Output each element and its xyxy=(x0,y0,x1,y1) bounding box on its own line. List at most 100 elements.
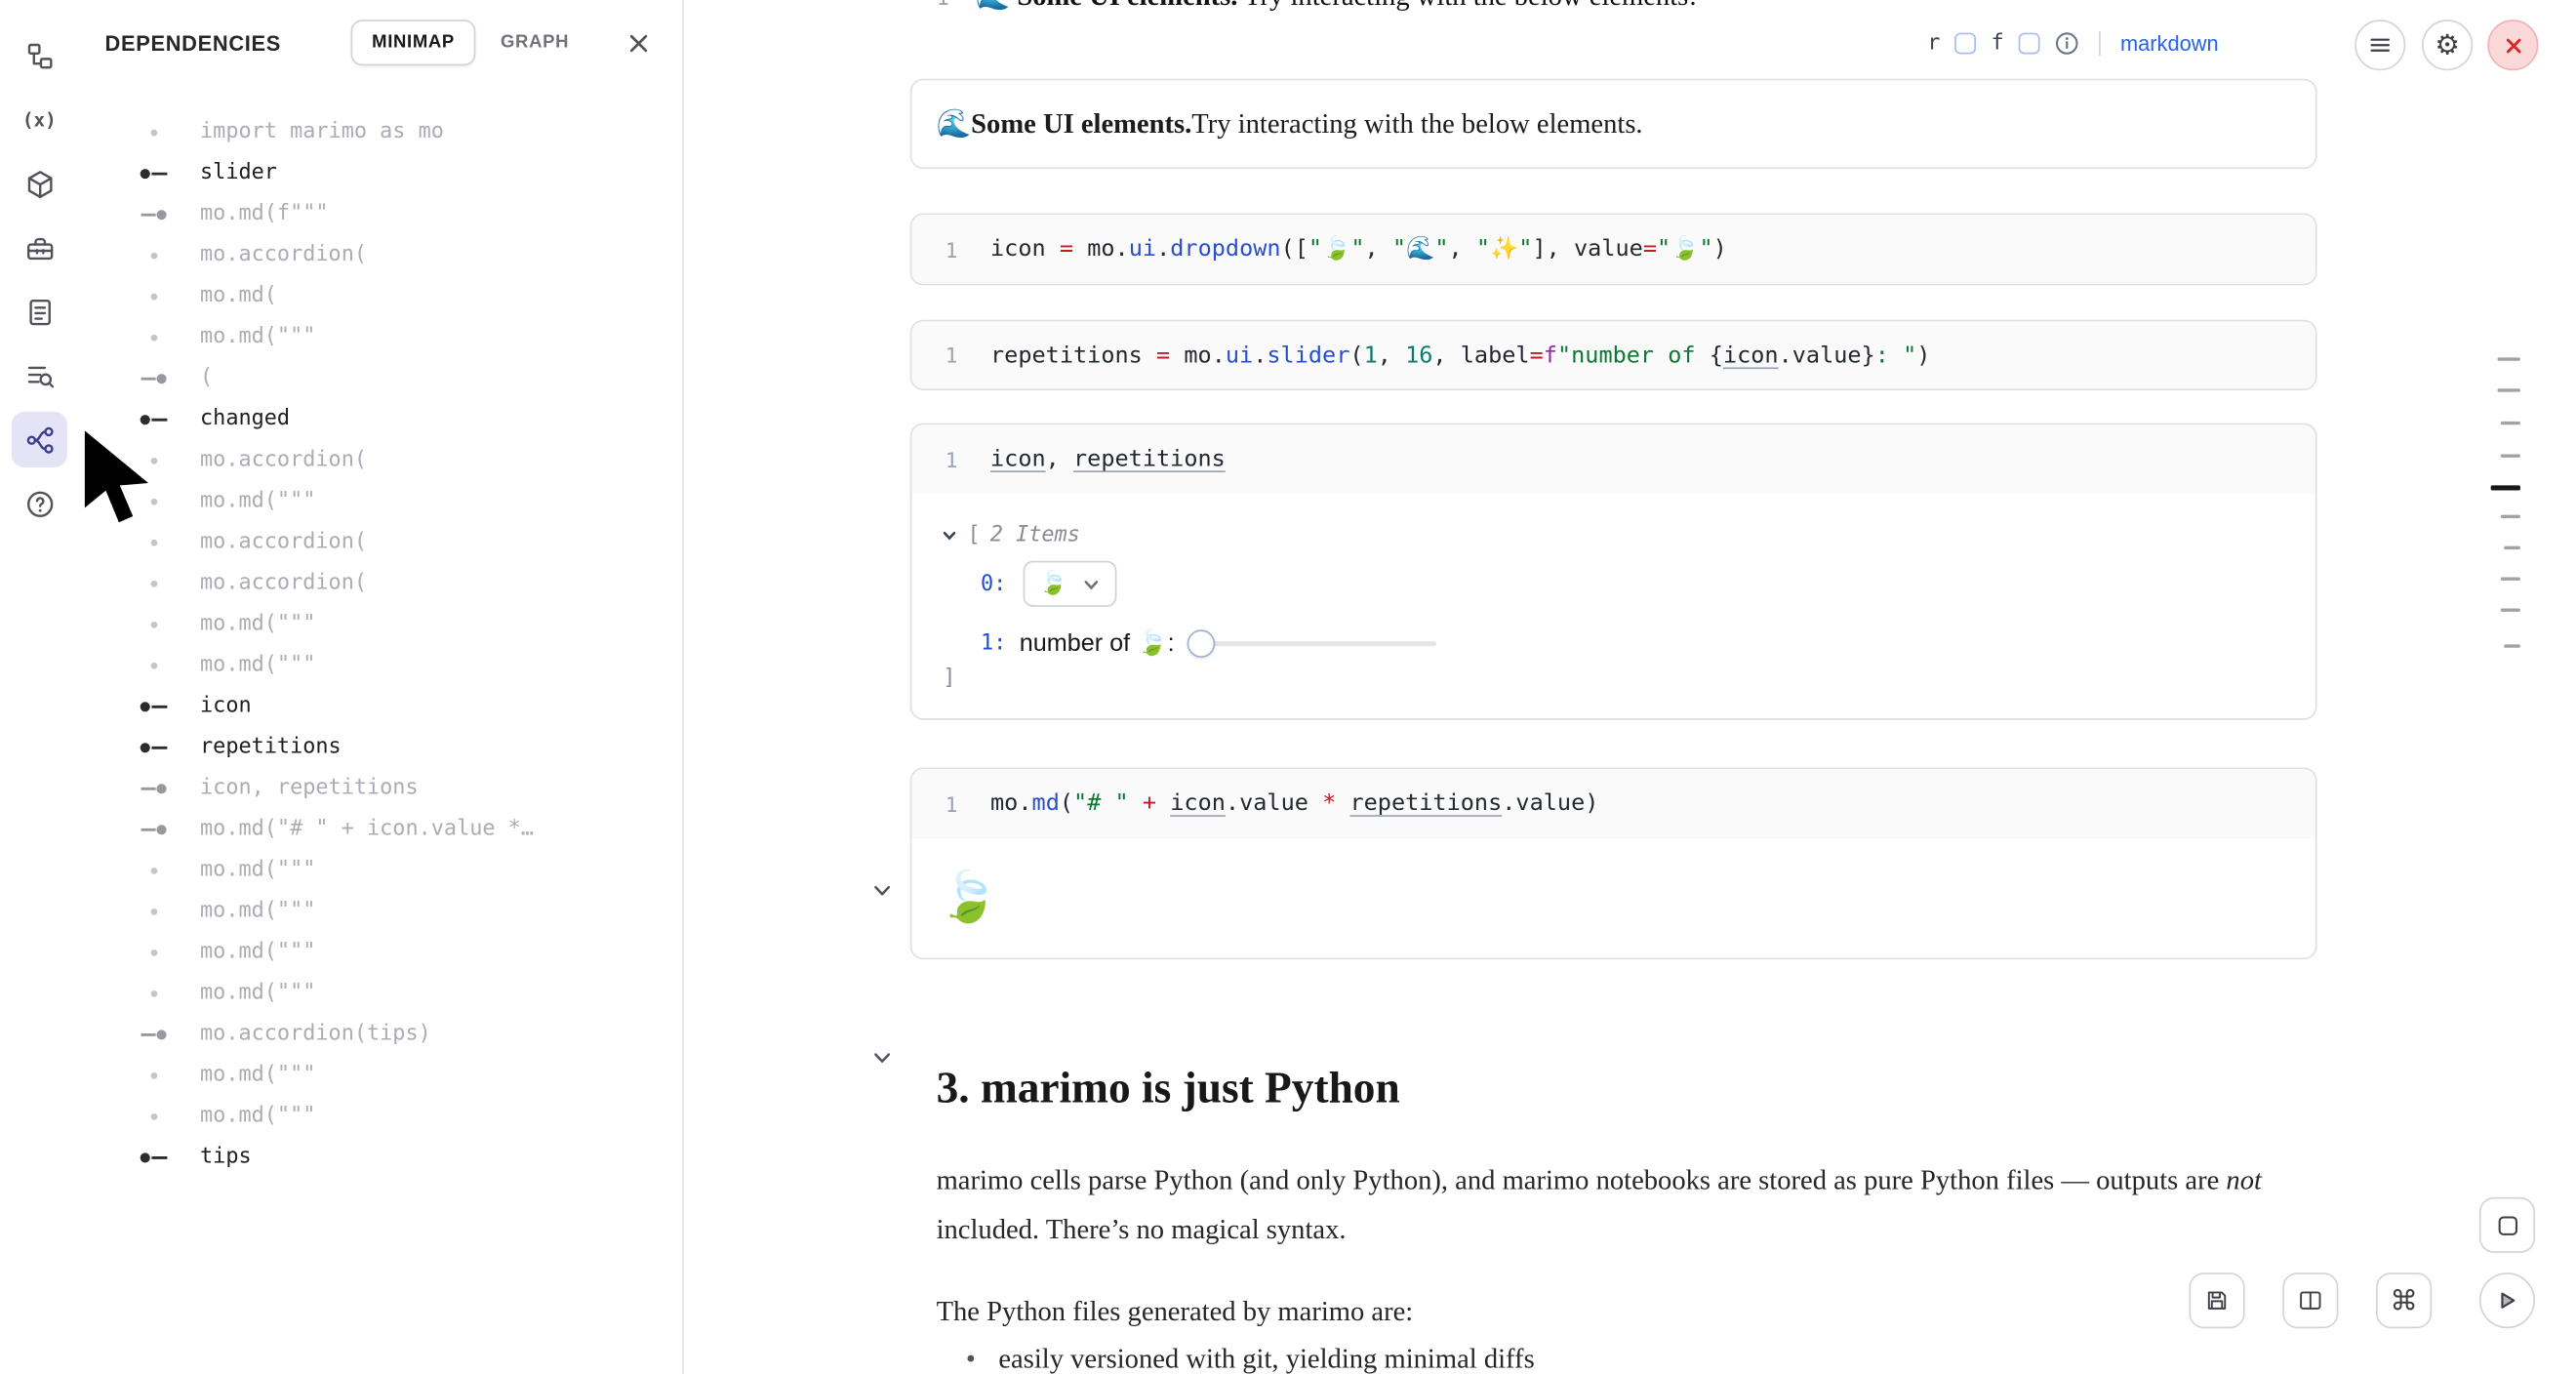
code-line[interactable]: icon, repetitions xyxy=(990,446,1226,472)
code-token: "number of xyxy=(1557,342,1710,368)
code-token: = xyxy=(1643,236,1657,263)
clipped-markdown-editor[interactable]: 1🌊 Some UI elements. Try interacting wit… xyxy=(910,0,2320,15)
dependency-row[interactable]: icon xyxy=(79,685,682,726)
marimo-app: (x) DEPENDENCIES MINIMAP GRAPH xyxy=(0,0,2576,1374)
format-checkbox[interactable] xyxy=(2019,32,2040,54)
tree-collapse-icon[interactable] xyxy=(942,527,958,544)
dependency-row[interactable]: tips xyxy=(79,1137,682,1178)
settings-button[interactable]: ⚙ xyxy=(2422,20,2473,70)
snippets-button[interactable]: (x) xyxy=(12,92,67,147)
dependency-cell-label: changed xyxy=(200,407,290,431)
code-token: label xyxy=(1461,342,1530,368)
slider-knob[interactable] xyxy=(1187,628,1216,657)
paragraph-text: included. There’s no magical syntax. xyxy=(937,1214,1347,1245)
minimap-cell-mark[interactable] xyxy=(2504,546,2520,549)
dependency-row[interactable]: mo.md(""" xyxy=(79,603,682,644)
dependency-row-icon-slot xyxy=(135,293,174,300)
slider-label: number of 🍃: xyxy=(1020,628,1175,658)
toolbox-icon xyxy=(23,232,55,263)
notebook-menu-button[interactable] xyxy=(2355,20,2405,70)
clipped-editor-text-bold: 🌊 Some UI elements. xyxy=(976,0,1238,12)
repetitions-slider[interactable] xyxy=(1187,628,1436,657)
dependency-row[interactable]: icon, repetitions xyxy=(79,767,682,808)
minimap-cell-mark[interactable] xyxy=(2501,515,2520,518)
dependency-row[interactable]: import marimo as mo xyxy=(79,111,682,152)
icon-dropdown-select[interactable]: 🍃 xyxy=(1023,561,1117,607)
dependency-row[interactable]: mo.md(""" xyxy=(79,480,682,521)
line-number: 1 xyxy=(938,447,957,471)
code-line[interactable]: mo.md("# " + icon.value * repetitions.va… xyxy=(990,790,1598,817)
dependency-row[interactable]: mo.md("# " + icon.value *… xyxy=(79,808,682,849)
file-explorer-button[interactable] xyxy=(12,28,67,84)
code-token xyxy=(1129,790,1143,817)
minimap-cell-mark[interactable] xyxy=(2501,578,2520,581)
logs-button[interactable] xyxy=(12,347,67,403)
chevron-down-icon xyxy=(1082,575,1100,592)
tuple-output-tree: [ 2 Items 0: 🍃 1: number of 🍃: xyxy=(911,494,2315,718)
dependency-row[interactable]: mo.md(""" xyxy=(79,1096,682,1137)
dependency-row[interactable]: changed xyxy=(79,398,682,439)
layout-button[interactable] xyxy=(2282,1273,2338,1328)
tab-graph[interactable]: GRAPH xyxy=(479,20,590,65)
documentation-button[interactable] xyxy=(12,284,67,340)
dependency-row[interactable]: mo.md(""" xyxy=(79,316,682,357)
section-collapse-toggle[interactable] xyxy=(869,1044,896,1071)
code-line[interactable]: repetitions = mo.ui.slider(1, 16, label=… xyxy=(990,342,1930,368)
info-icon[interactable] xyxy=(2055,30,2079,55)
code-line[interactable]: icon = mo.ui.dropdown(["🍃", "🌊", "✨"], v… xyxy=(990,236,1727,263)
dependency-row[interactable]: mo.md(""" xyxy=(79,932,682,973)
code-token: + xyxy=(1143,790,1156,817)
toolbox-button[interactable] xyxy=(12,220,67,275)
icon-rail: (x) xyxy=(0,0,79,1374)
code-token: md xyxy=(1032,790,1060,817)
dependency-row-icon-slot xyxy=(135,129,174,136)
code-token: . xyxy=(1115,236,1129,263)
section-paragraph: marimo cells parse Python (and only Pyth… xyxy=(937,1156,2269,1255)
dependency-row[interactable]: mo.accordion( xyxy=(79,521,682,562)
run-checkbox[interactable] xyxy=(1954,32,1976,54)
dependency-row[interactable]: mo.md(""" xyxy=(79,849,682,890)
save-button[interactable] xyxy=(2189,1273,2244,1328)
slider-track[interactable] xyxy=(1187,640,1436,646)
code-token: icon xyxy=(1170,790,1226,817)
dependency-row[interactable]: mo.md(f""" xyxy=(79,193,682,234)
dependency-row[interactable]: slider xyxy=(79,152,682,193)
dependency-row[interactable]: mo.accordion(tips) xyxy=(79,1014,682,1055)
dependency-cell-label: mo.md("# " + icon.value *… xyxy=(200,817,534,841)
dependency-row[interactable]: mo.accordion( xyxy=(79,234,682,275)
variable-def-icon xyxy=(138,411,171,427)
packages-button[interactable] xyxy=(12,156,67,212)
dependency-row[interactable]: mo.md(""" xyxy=(79,891,682,932)
output-collapse-toggle[interactable] xyxy=(869,877,896,904)
dependency-row[interactable]: mo.accordion( xyxy=(79,562,682,603)
code-token: "🍃" xyxy=(1308,236,1365,263)
code-token: mo xyxy=(1184,342,1211,368)
minimap-cell-mark[interactable] xyxy=(2501,608,2520,611)
cell-dot-icon xyxy=(151,293,158,300)
dependency-row[interactable]: repetitions xyxy=(79,726,682,767)
dependency-row-icon-slot xyxy=(135,780,174,796)
dependency-row[interactable]: mo.md(""" xyxy=(79,644,682,685)
close-panel-button[interactable] xyxy=(617,21,660,64)
dependency-row[interactable]: ( xyxy=(79,357,682,398)
minimap-cell-mark[interactable] xyxy=(2491,485,2520,490)
dependency-row[interactable]: mo.md(""" xyxy=(79,1055,682,1096)
help-button[interactable] xyxy=(12,475,67,531)
minimap-cell-mark[interactable] xyxy=(2497,388,2520,391)
dependency-row[interactable]: mo.md( xyxy=(79,275,682,316)
dependency-row[interactable]: mo.accordion( xyxy=(79,439,682,480)
minimap-cell-mark[interactable] xyxy=(2504,644,2520,647)
dependency-row-icon-slot xyxy=(135,867,174,873)
dependency-cell-label: icon xyxy=(200,694,252,718)
scratchpad-button[interactable] xyxy=(2479,1197,2535,1253)
run-all-button[interactable] xyxy=(2479,1273,2535,1328)
dependencies-button[interactable] xyxy=(12,412,67,467)
tab-minimap[interactable]: MINIMAP xyxy=(350,20,476,65)
shortcuts-button[interactable]: ⌘ xyxy=(2376,1273,2432,1328)
minimap-cell-mark[interactable] xyxy=(2501,454,2520,457)
dependency-row[interactable]: mo.md(""" xyxy=(79,973,682,1014)
minimap-cell-mark[interactable] xyxy=(2497,357,2520,360)
code-token xyxy=(1046,236,1060,263)
language-mode-link[interactable]: markdown xyxy=(2120,30,2219,55)
minimap-cell-mark[interactable] xyxy=(2501,422,2520,424)
